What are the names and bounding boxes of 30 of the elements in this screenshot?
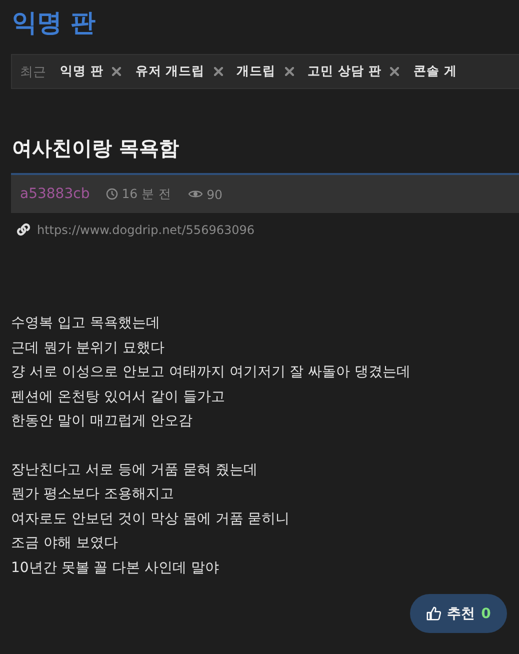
clock-icon (106, 188, 118, 200)
close-icon[interactable] (390, 67, 400, 76)
recent-label: 최근 (20, 64, 46, 80)
view-count: 90 (206, 186, 222, 202)
board-title: 익명 판 (12, 7, 97, 39)
close-icon[interactable] (214, 67, 223, 76)
recent-board-tab[interactable]: 유저 개드립 (135, 63, 223, 80)
post-text-line: 근데 뭔가 분위기 묘했다 (11, 338, 166, 358)
close-icon[interactable] (112, 67, 122, 76)
recommend-button[interactable]: 추천 0 (410, 594, 507, 633)
eye-icon (188, 189, 203, 199)
post-text-line: 수영복 입고 목욕했는데 (11, 314, 161, 333)
post-text-line: 조금 야해 보였다 (11, 534, 119, 553)
recent-board-tab[interactable]: 개드립 (236, 63, 294, 80)
link-icon (16, 222, 31, 237)
post-text-line: 뭔가 평소보다 조용해지고 (11, 485, 175, 504)
thumbs-up-icon (426, 606, 442, 621)
recent-board-tab[interactable]: 익명 판 (60, 63, 122, 80)
post-title: 여사친이랑 목욕함 (12, 135, 180, 162)
post-text-line: 펜션에 온천탕 있어서 같이 들가고 (11, 388, 226, 406)
post-text-line: 장난친다고 서로 등에 거품 묻혀 줬는데 (11, 460, 258, 480)
post-text-line: 한동안 말이 매끄럽게 안오감 (11, 412, 194, 431)
post-text-line: 걍 서로 이성으로 안보고 여태까지 여기저기 잘 싸돌아 댕겼는데 (11, 363, 412, 382)
post-text-line: 10년간 못볼 꼴 다본 사인데 말야 (11, 558, 220, 578)
close-icon[interactable] (284, 67, 294, 76)
recent-board-tab[interactable]: 고민 상담 판 (308, 63, 400, 80)
post-url-link[interactable]: https://www.dogdrip.net/556963096 (37, 222, 255, 236)
recent-board-tab[interactable]: 콘솔 게 (413, 63, 457, 80)
post-text-line: 여자로도 안보던 것이 막상 몸에 거품 묻히니 (11, 510, 291, 528)
post-time: 16 분 전 (122, 186, 172, 202)
